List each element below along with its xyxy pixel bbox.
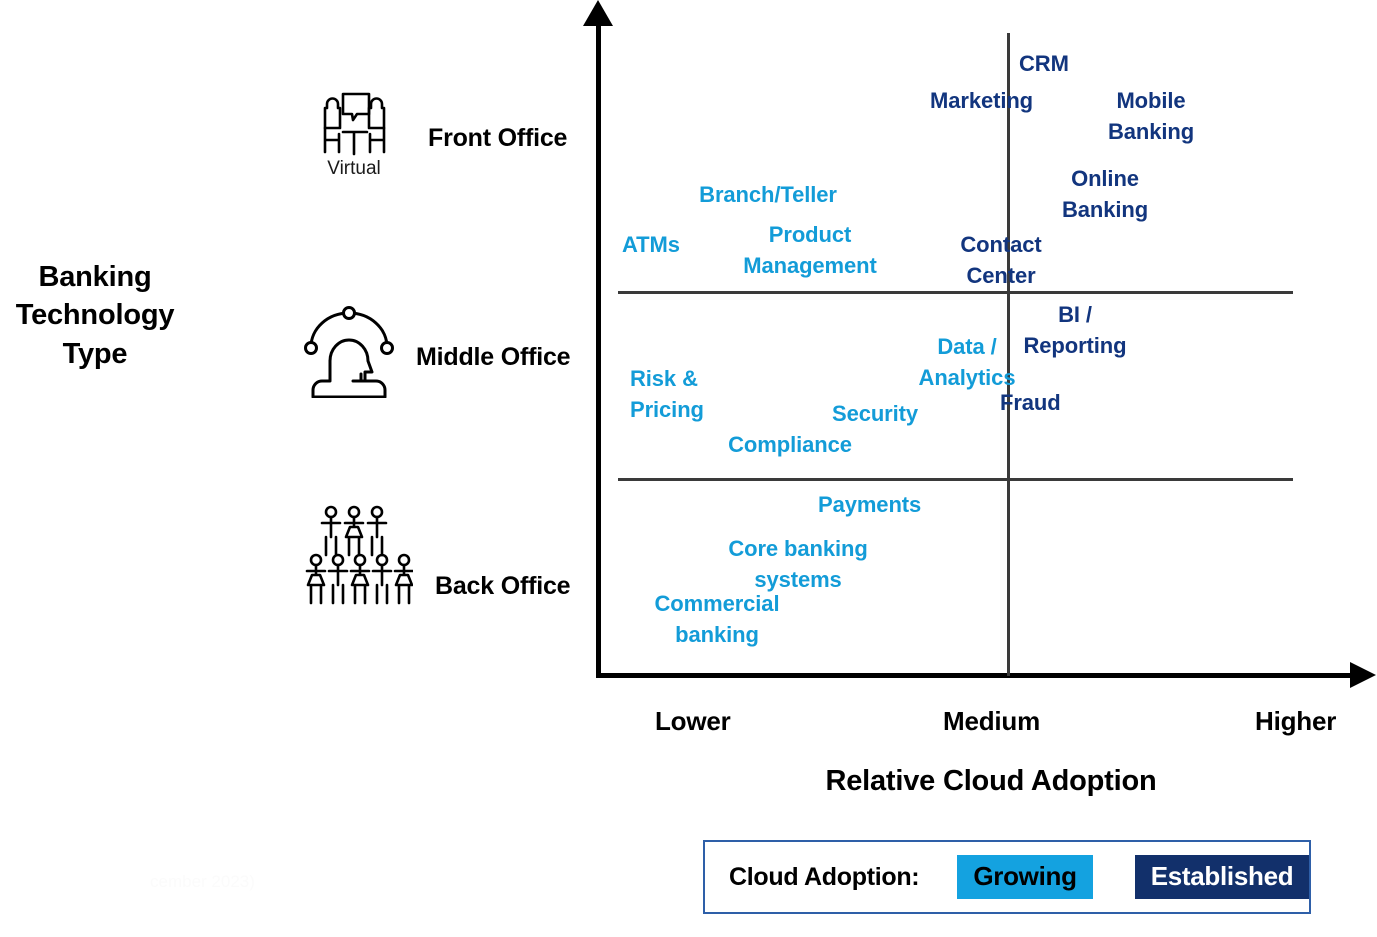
plot-item-core-banking-systems: Core banking systems: [728, 536, 868, 592]
legend-title: Cloud Adoption:: [729, 862, 920, 891]
plot-item-online-banking: Online Banking: [1061, 166, 1149, 222]
plot-item-payments: Payments: [818, 492, 922, 517]
y-axis-title: Banking Technology Type: [15, 261, 175, 370]
row-label-middle-office: Middle Office: [416, 343, 571, 371]
watermark-text: cember 2023): [150, 872, 255, 891]
people-group-icon: [305, 503, 415, 607]
plot-item-security: Security: [832, 401, 919, 426]
legend: Cloud Adoption: Growing Established: [703, 840, 1311, 914]
y-axis-arrow-icon: [583, 0, 613, 26]
y-axis-line: [596, 22, 601, 678]
divider-middle-back: [618, 478, 1293, 481]
plot-item-bi-reporting: BI / Reporting: [1023, 302, 1127, 358]
plot-item-compliance: Compliance: [728, 432, 852, 457]
x-tick-higher: Higher: [1255, 706, 1337, 736]
plot-item-product-management: Product Management: [743, 222, 877, 278]
plot-item-branch-teller: Branch/Teller: [699, 182, 837, 207]
legend-chip-established[interactable]: Established: [1134, 855, 1310, 899]
plot-item-risk-pricing: Risk & Pricing: [630, 366, 704, 422]
plot-item-mobile-banking: Mobile Banking: [1107, 88, 1195, 144]
headset-person-icon: [300, 303, 398, 399]
x-axis-line: [596, 673, 1358, 678]
virtual-meeting-icon: [313, 88, 395, 160]
legend-chip-growing[interactable]: Growing: [957, 855, 1093, 899]
x-tick-lower: Lower: [655, 706, 731, 736]
plot-item-crm: CRM: [1019, 51, 1069, 76]
plot-item-contact-center: Contact Center: [960, 232, 1042, 288]
x-axis-title: Relative Cloud Adoption: [825, 765, 1157, 797]
x-axis-arrow-icon: [1350, 662, 1376, 688]
plot-item-atms: ATMs: [622, 232, 680, 257]
front-office-icon-caption: Virtual: [327, 158, 381, 179]
x-tick-medium: Medium: [943, 706, 1041, 736]
plot-item-fraud: Fraud: [1000, 390, 1061, 415]
plot-item-commercial-banking: Commercial banking: [654, 591, 780, 647]
row-label-back-office: Back Office: [435, 572, 571, 600]
row-label-front-office: Front Office: [428, 124, 568, 152]
plot-item-data-analytics: Data / Analytics: [918, 334, 1016, 390]
plot-item-marketing: Marketing: [930, 88, 1034, 113]
diagram-canvas: Banking Technology Type Virtual Front Of…: [0, 0, 1377, 937]
